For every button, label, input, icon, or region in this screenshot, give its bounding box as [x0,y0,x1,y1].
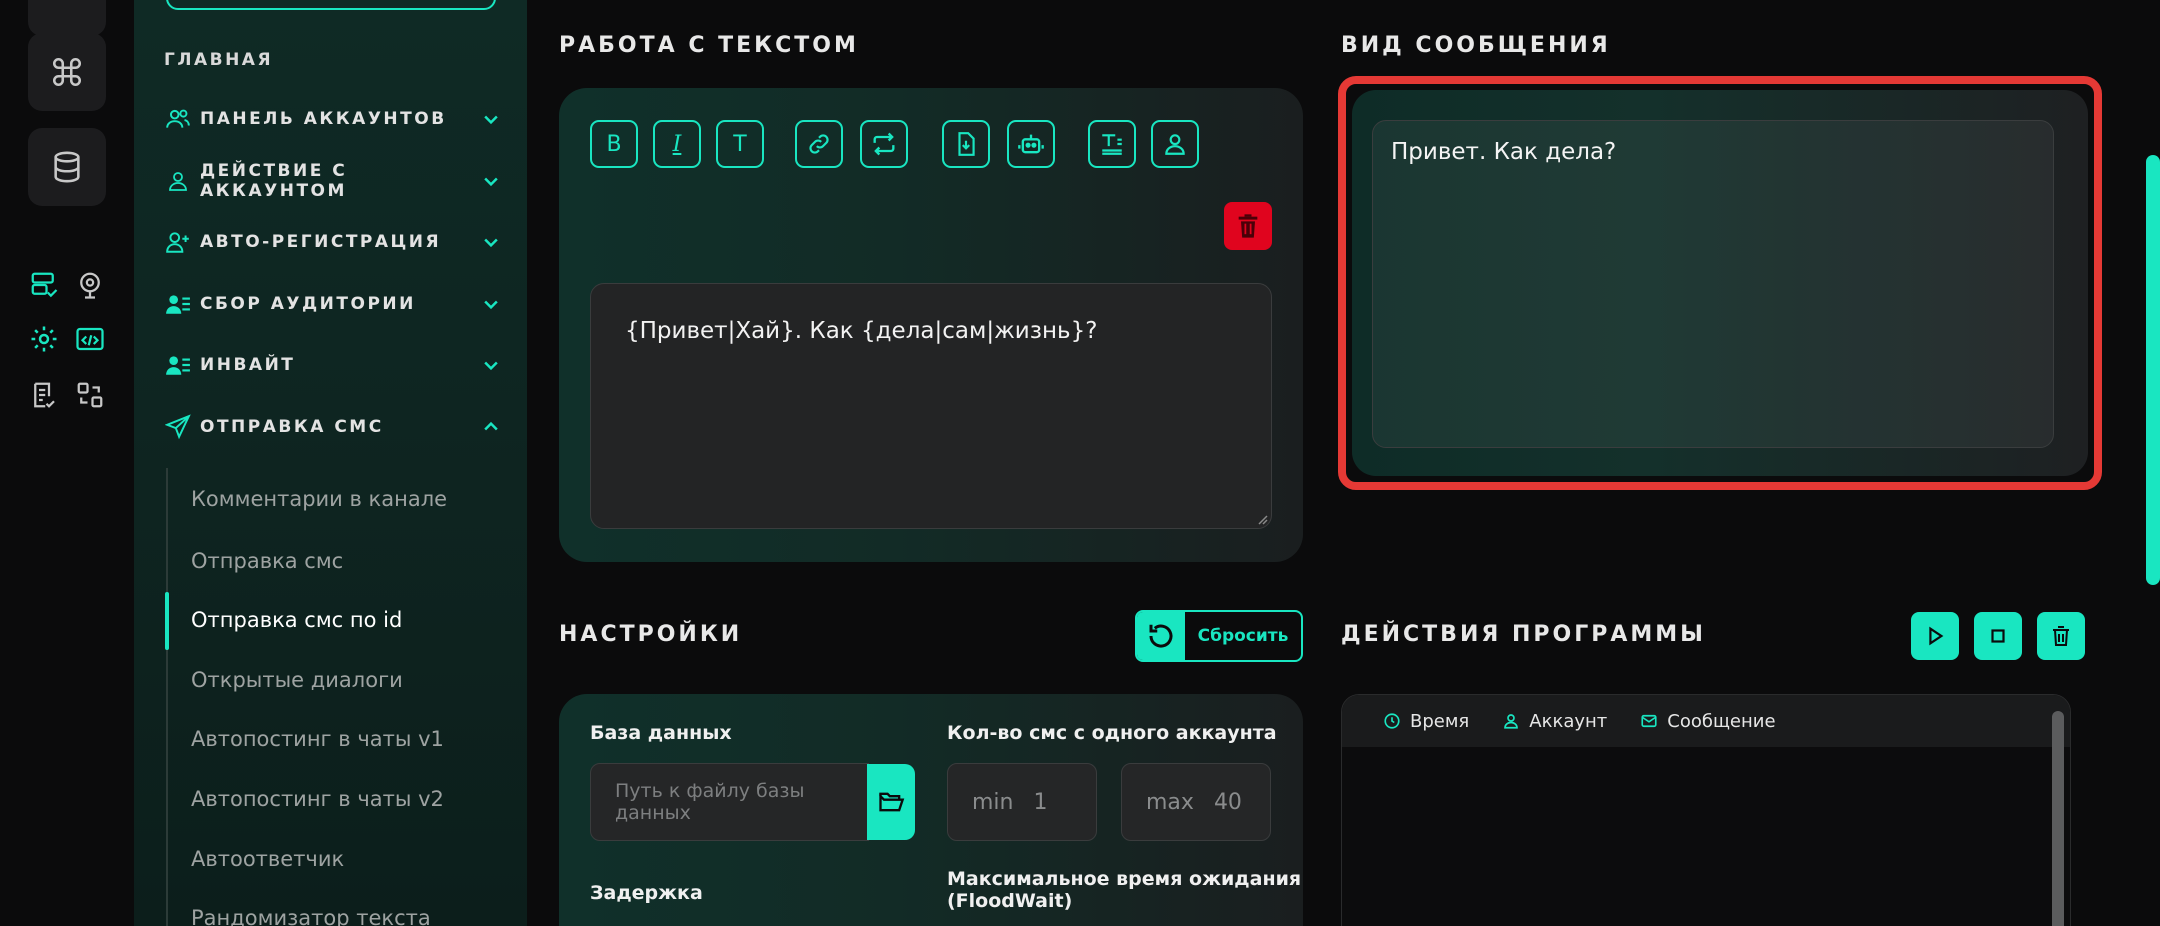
message-preview-title: ВИД СООБЩЕНИЯ [1341,33,1611,58]
submenu-line [166,468,168,926]
settings-title: НАСТРОЙКИ [559,622,743,647]
chevron-down-icon[interactable] [478,168,504,194]
code-window-icon[interactable] [73,322,107,356]
program-actions-title: ДЕЙСТВИЯ ПРОГРАММЫ [1341,622,1706,647]
webcam-icon[interactable] [73,268,107,302]
rail-tile-top[interactable] [28,0,106,36]
subitem-send-sms[interactable]: Отправка смс [191,541,343,581]
play-icon [1929,626,1944,646]
chevron-up-icon[interactable] [478,414,504,440]
robot-icon [1018,134,1044,154]
user-icon [164,167,192,195]
database-icon[interactable] [28,128,106,206]
trash-icon [1238,214,1258,238]
clear-text-button[interactable] [1224,202,1272,250]
link-icon [809,134,829,154]
log-scrollbar[interactable] [2052,711,2064,926]
subitem-send-sms-by-id[interactable]: Отправка смс по id [191,600,402,640]
user-icon [1165,134,1185,155]
resize-handle-icon[interactable] [1256,513,1268,525]
icon-rail [0,0,134,926]
trash-icon [2053,626,2069,646]
chevron-down-icon[interactable] [478,352,504,378]
delay-label: Задержка [590,882,703,904]
user-plus-icon [164,228,192,256]
database-label: База данных [590,722,732,744]
sidebar-item-audience-collection[interactable]: СБОР АУДИТОРИИ [164,284,504,324]
file-import-button[interactable] [942,120,990,168]
italic-button[interactable]: I [653,120,701,168]
page-scrollbar[interactable] [2146,155,2160,585]
subitem-open-dialogs[interactable]: Открытые диалоги [191,660,403,700]
message-template-textarea[interactable]: {Привет|Хай}. Как {дела|сам|жизнь}? [590,283,1272,529]
subitem-autoposting-v2[interactable]: Автопостинг в чаты v2 [191,779,444,819]
app-window: ГЛАВНАЯ ПАНЕЛЬ АККАУНТОВ ДЕЙСТВИЕ С АККА… [0,0,2160,926]
subitem-channel-comments[interactable]: Комментарии в канале [191,479,447,519]
folder-open-button[interactable] [867,764,915,840]
stop-icon [1991,629,2005,643]
floodwait-label-line1: Максимальное время ожидания [947,868,1302,890]
bot-button[interactable] [1007,120,1055,168]
sms-count-label: Кол-во смс с одного аккаунта [947,722,1277,744]
user-insert-button[interactable] [1151,120,1199,168]
max-count-input[interactable]: max 40 [1121,763,1271,841]
server-check-icon[interactable] [27,268,61,302]
text-format-button[interactable] [1088,120,1136,168]
link-button[interactable] [795,120,843,168]
chevron-down-icon[interactable] [478,229,504,255]
play-button[interactable] [1911,612,1959,660]
repeat-icon [873,132,895,156]
submenu-active-indicator [165,592,169,650]
swap-icon[interactable] [73,378,107,412]
sidebar-item-auto-registration[interactable]: АВТО-РЕГИСТРАЦИЯ [164,222,504,262]
user-list-icon [164,351,192,379]
sidebar: ГЛАВНАЯ ПАНЕЛЬ АККАУНТОВ ДЕЙСТВИЕ С АККА… [134,0,527,926]
send-icon [164,413,192,441]
bold-button[interactable]: B [590,120,638,168]
floodwait-label-line2: (FloodWait) [947,890,1073,912]
folder-open-icon [879,792,905,812]
text-lines-icon [1102,134,1122,155]
log-header: Время Аккаунт Сообщение [1342,695,2070,747]
gear-icon[interactable] [27,322,61,356]
clock-icon [1382,711,1402,731]
sidebar-item-account-actions[interactable]: ДЕЙСТВИЕ С АККАУНТОМ [164,161,504,201]
chevron-down-icon[interactable] [478,106,504,132]
min-count-input[interactable]: min 1 [947,763,1097,841]
log-col-time: Время [1382,711,1469,732]
log-panel: Время Аккаунт Сообщение [1341,694,2071,926]
users-icon [164,105,192,133]
reset-icon [1137,612,1185,660]
sidebar-item-invite[interactable]: ИНВАЙТ [164,345,504,385]
document-check-icon[interactable] [27,378,61,412]
clear-log-button[interactable] [2037,612,2085,660]
subitem-autoresponder[interactable]: Автоответчик [191,839,344,879]
text-work-title: РАБОТА С ТЕКСТОМ [559,33,859,58]
file-download-icon [958,132,975,156]
stop-button[interactable] [1974,612,2022,660]
sidebar-section-title: ГЛАВНАЯ [164,50,274,70]
user-icon [1501,711,1521,731]
message-preview-text: Привет. Как дела? [1391,139,1617,165]
sidebar-item-send-sms[interactable]: ОТПРАВКА СМС [164,407,504,447]
subitem-text-randomizer[interactable]: Рандомизатор текста [191,898,431,926]
chevron-down-icon[interactable] [478,291,504,317]
sidebar-item-accounts-panel[interactable]: ПАНЕЛЬ АККАУНТОВ [164,99,504,139]
subitem-autoposting-v1[interactable]: Автопостинг в чаты v1 [191,719,444,759]
database-path-input[interactable]: Путь к файлу базы данных [590,763,869,841]
user-list-icon [164,290,192,318]
log-col-account: Аккаунт [1501,711,1607,732]
command-icon[interactable] [28,33,106,111]
mail-icon [1639,711,1659,731]
sidebar-search-box[interactable] [166,0,496,10]
message-preview-box: Привет. Как дела? [1372,120,2054,448]
reset-button[interactable]: Сбросить [1135,610,1303,662]
log-col-message: Сообщение [1639,711,1776,732]
repeat-button[interactable] [860,120,908,168]
text-style-button[interactable]: T [716,120,764,168]
